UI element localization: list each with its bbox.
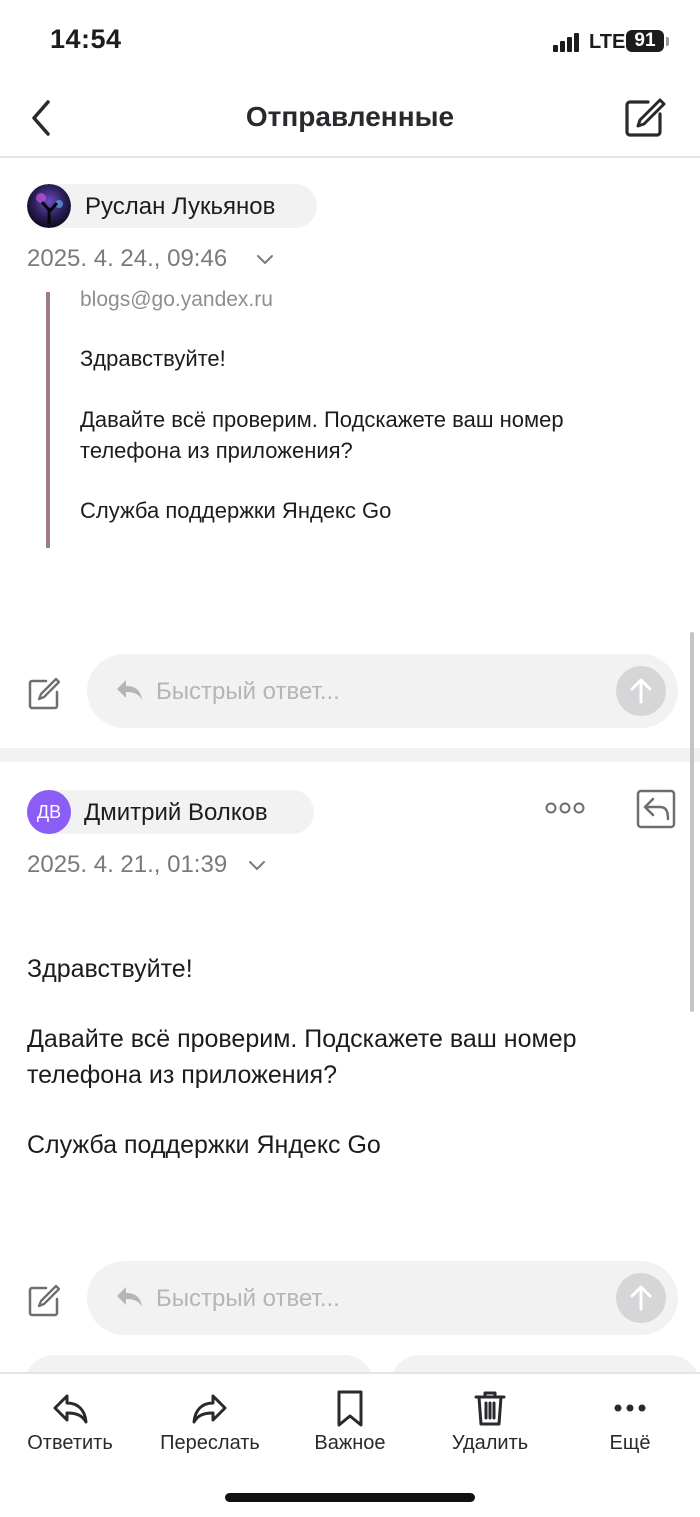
compose-icon[interactable] [622,96,668,140]
message-separator [0,748,700,762]
more-button[interactable]: Ещё [560,1388,700,1455]
message-date[interactable]: 2025. 4. 21., 01:39 [27,851,227,879]
delete-button[interactable]: Удалить [420,1388,560,1455]
send-button[interactable] [616,1273,666,1323]
message-date[interactable]: 2025. 4. 24., 09:46 [27,245,227,273]
important-label: Важное [314,1432,386,1454]
forward-label: Переслать [160,1432,260,1454]
chevron-down-icon[interactable] [248,860,266,872]
scrollbar[interactable] [690,632,694,1012]
forward-button[interactable]: Переслать [140,1388,280,1455]
arrow-up-icon [630,678,652,704]
sender-name: Дмитрий Волков [84,799,268,826]
more-label: Ещё [609,1432,651,1454]
message-line: телефона из приложения? [27,1061,337,1089]
quick-reply-placeholder: Быстрый ответ... [156,678,340,705]
signal-icon [553,32,579,52]
reply-label: Ответить [27,1432,113,1454]
quoted-line: Давайте всё проверим. Подскажете ваш ном… [80,407,564,432]
quoted-signature: Служба поддержки Яндекс Go [80,498,392,523]
send-button[interactable] [616,666,666,716]
reply-icon [53,1394,88,1424]
reply-icon[interactable] [636,789,676,829]
reply-arrow-icon [117,1287,142,1307]
more-options-icon[interactable] [545,800,585,816]
message-greeting: Здравствуйте! [27,955,193,983]
important-button[interactable]: Важное [280,1388,420,1455]
status-time: 14:54 [50,24,122,54]
quoted-line: телефона из приложения? [80,438,353,463]
sender-name: Руслан Лукьянов [85,193,276,220]
battery-tip [666,37,669,46]
message-line: Давайте всё проверим. Подскажете ваш ном… [27,1025,577,1053]
quoted-email: blogs@go.yandex.ru [80,288,273,311]
chevron-down-icon[interactable] [256,254,274,266]
reply-arrow-icon [117,680,142,700]
message-signature: Служба поддержки Яндекс Go [27,1131,381,1159]
battery-icon: 91 [626,30,664,52]
reply-button[interactable]: Ответить [0,1388,140,1455]
quoted-greeting: Здравствуйте! [80,346,226,371]
page-title: Отправленные [245,101,455,132]
delete-label: Удалить [451,1432,529,1454]
quick-reply-placeholder: Быстрый ответ... [156,1285,340,1312]
avatar[interactable]: ДВ [27,790,71,834]
forward-icon [192,1394,227,1424]
trash-icon [474,1391,506,1426]
more-dots-icon [614,1404,646,1412]
bookmark-icon [337,1390,363,1427]
arrow-up-icon [630,1285,652,1311]
edit-icon[interactable] [26,1283,62,1319]
network-type: LTE [589,31,626,53]
nav-divider [0,156,700,158]
edit-icon[interactable] [26,676,62,712]
home-indicator [225,1493,475,1502]
quote-bar [46,292,50,548]
avatar[interactable] [27,184,71,228]
